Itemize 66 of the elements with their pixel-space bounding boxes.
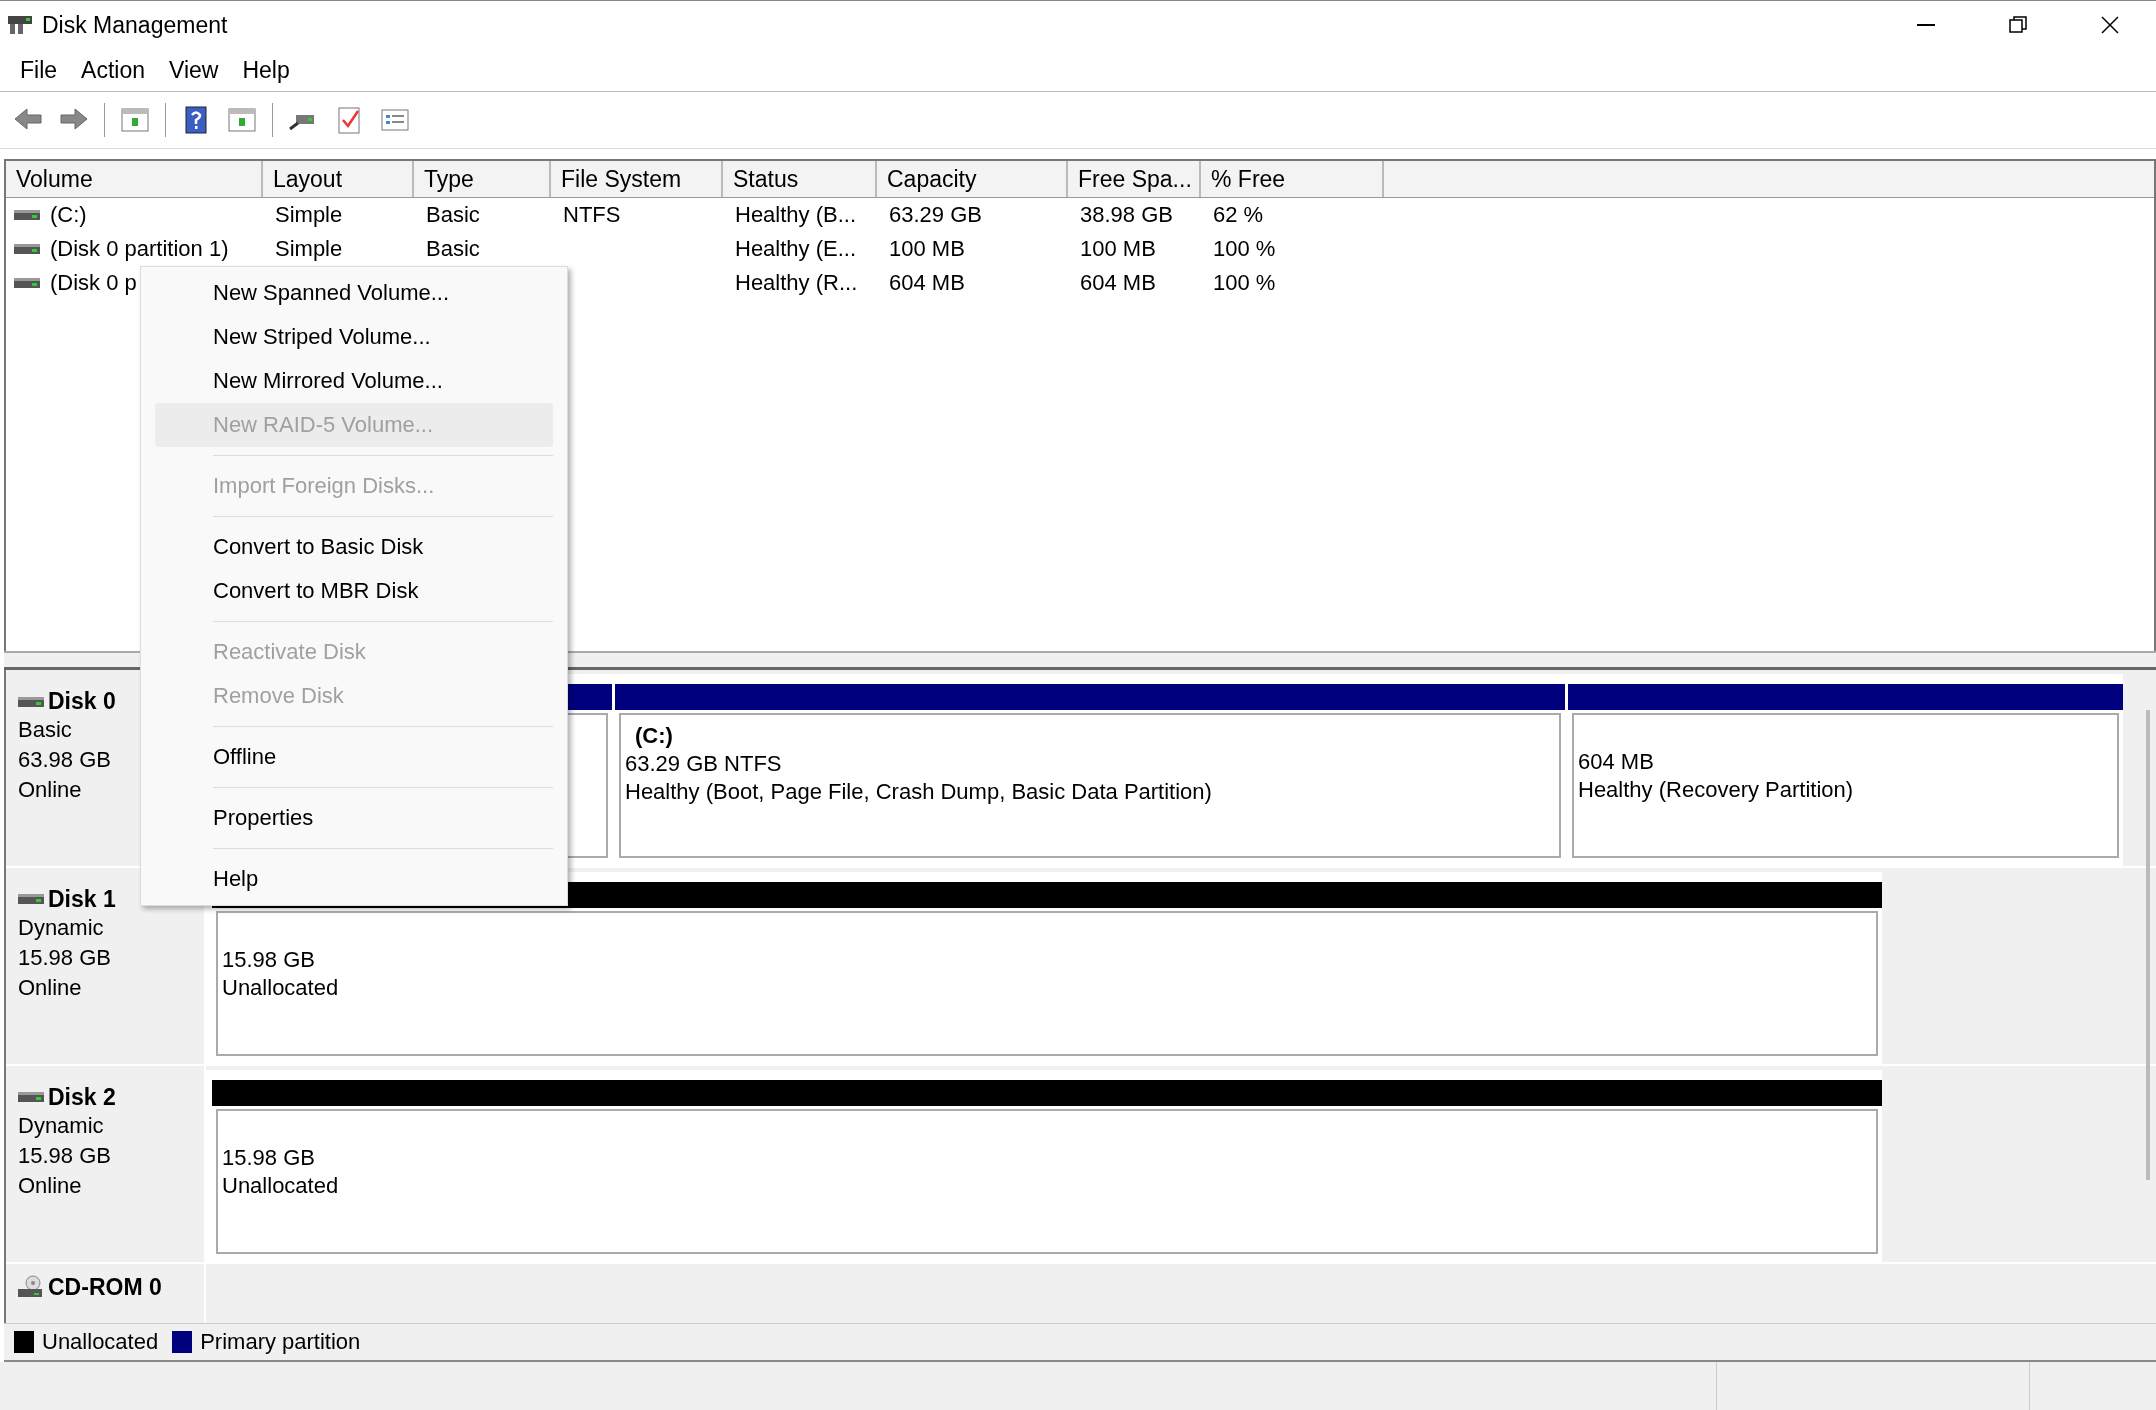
table-cell: (C:) [50, 202, 87, 228]
table-cell: Healthy (E... [735, 236, 857, 261]
disk-size: 15.98 GB [18, 1141, 112, 1170]
disk-status: Online [18, 973, 83, 1002]
column-header[interactable]: % Free [1201, 161, 1384, 197]
table-cell: NTFS [563, 202, 621, 227]
menu-item[interactable]: Convert to Basic Disk [155, 525, 553, 569]
column-header[interactable]: Capacity [877, 161, 1068, 197]
disk-size: 63.98 GB [18, 746, 112, 774]
disk-size: 15.98 GB [18, 943, 112, 972]
minimize-icon [1917, 24, 1935, 26]
column-header[interactable]: File System [551, 161, 723, 197]
table-cell: (Disk 0 partition 1) [50, 236, 229, 262]
column-header[interactable]: Layout [263, 161, 414, 197]
table-cell: 100 % [1213, 236, 1276, 261]
menu-item[interactable]: Action [69, 52, 157, 88]
menu-item[interactable]: File [8, 52, 70, 88]
table-cell: 63.29 GB [889, 202, 982, 227]
table-cell: 38.98 GB [1080, 202, 1173, 227]
volume-icon [14, 276, 40, 290]
panel-icon [120, 105, 150, 135]
column-header[interactable]: Volume [6, 161, 263, 197]
menu-item[interactable]: New Striped Volume... [155, 315, 553, 359]
legend-label: Unallocated [42, 1329, 159, 1355]
scrollbar[interactable] [2146, 710, 2150, 1180]
menu-item[interactable]: New Mirrored Volume... [155, 359, 553, 403]
cd-drive-icon [18, 1275, 44, 1300]
close-icon [2099, 14, 2121, 36]
column-header[interactable]: Status [723, 161, 877, 197]
table-cell: 62 % [1213, 202, 1264, 227]
column-header[interactable]: Type [414, 161, 551, 197]
disk-type: Basic [18, 716, 73, 744]
table-cell: Basic [426, 236, 480, 261]
table-cell: 100 % [1213, 270, 1276, 295]
table-cell: 604 MB [1080, 270, 1156, 295]
disk-name: Disk 1 [48, 885, 116, 913]
restore-icon [2007, 14, 2029, 36]
disk-type: Dynamic [18, 1111, 105, 1140]
table-cell: Healthy (R... [735, 270, 858, 295]
column-header[interactable]: Free Spa... [1068, 161, 1201, 197]
disk-status: Online [18, 1171, 83, 1200]
app-icon [8, 14, 32, 36]
volume-icon [14, 242, 40, 256]
table-cell: 100 MB [889, 236, 965, 261]
disk-name: Disk 2 [48, 1083, 116, 1111]
legend-label: Primary partition [200, 1329, 361, 1355]
menu-item[interactable]: Help [230, 52, 302, 88]
table-cell: Simple [275, 202, 343, 227]
menu-item[interactable]: View [157, 52, 231, 88]
menu-item[interactable]: Properties [155, 796, 553, 840]
table-cell: Basic [426, 202, 480, 227]
menu-item[interactable]: New Spanned Volume... [155, 271, 553, 315]
disk-status: Online [18, 776, 83, 804]
volume-icon [14, 208, 40, 222]
menu-item[interactable]: Convert to MBR Disk [155, 569, 553, 613]
table-cell: Healthy (B... [735, 202, 857, 227]
table-cell: 100 MB [1080, 236, 1156, 261]
table-cell: 604 MB [889, 270, 965, 295]
disk-name: CD-ROM 0 [48, 1273, 162, 1301]
menu-item[interactable]: Offline [155, 735, 553, 779]
panel-icon [227, 105, 257, 135]
table-cell: Simple [275, 236, 343, 261]
table-cell: (Disk 0 p [50, 270, 137, 296]
disk-name: Disk 0 [48, 688, 116, 715]
window-title: Disk Management [42, 11, 229, 39]
disk-type: Dynamic [18, 913, 105, 942]
